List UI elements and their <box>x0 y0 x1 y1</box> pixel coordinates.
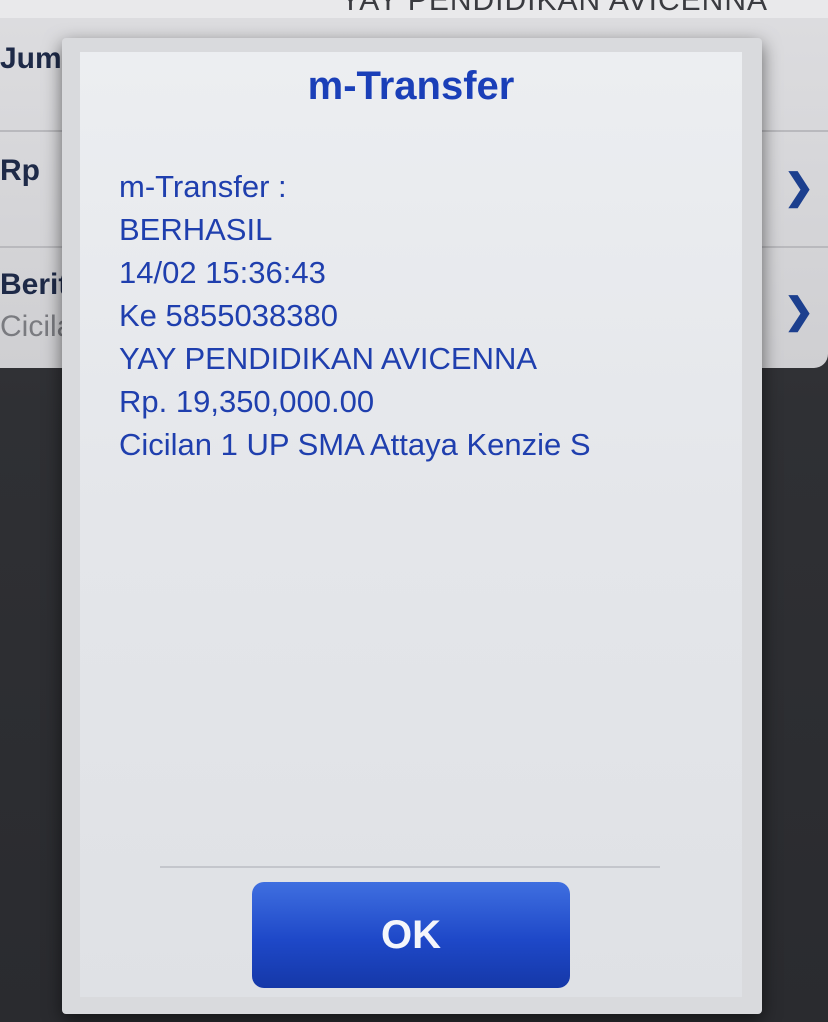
background-header-title: YAY PENDIDIKAN AVICENNA <box>340 0 768 17</box>
chevron-right-icon[interactable]: ❯ <box>784 166 814 208</box>
message-line-amount: Rp. 19,350,000.00 <box>119 384 375 419</box>
message-line-datetime: 14/02 15:36:43 <box>119 255 326 290</box>
message-line-status: BERHASIL <box>119 212 273 247</box>
message-line-note: Cicilan 1 UP SMA Attaya Kenzie S <box>119 427 591 462</box>
background-row-message-label: Berit <box>0 268 69 301</box>
dialog-divider <box>160 866 660 868</box>
background-header: YAY PENDIDIKAN AVICENNA <box>0 0 828 18</box>
dialog-title: m-Transfer <box>307 64 515 108</box>
message-line-destination-account: Ke 5855038380 <box>119 298 338 333</box>
dialog-message: m-Transfer : BERHASIL 14/02 15:36:43 Ke … <box>119 165 729 466</box>
message-line-recipient-name: YAY PENDIDIKAN AVICENNA <box>119 341 538 376</box>
chevron-right-icon[interactable]: ❯ <box>784 290 814 332</box>
transfer-result-dialog: m-Transfer m-Transfer : BERHASIL 14/02 1… <box>80 52 742 997</box>
background-row-amount-label: Jum <box>0 42 62 75</box>
message-line-transfer-type: m-Transfer : <box>119 169 287 204</box>
background-row-currency-label: Rp <box>0 154 40 187</box>
ok-button[interactable]: OK <box>252 882 570 988</box>
